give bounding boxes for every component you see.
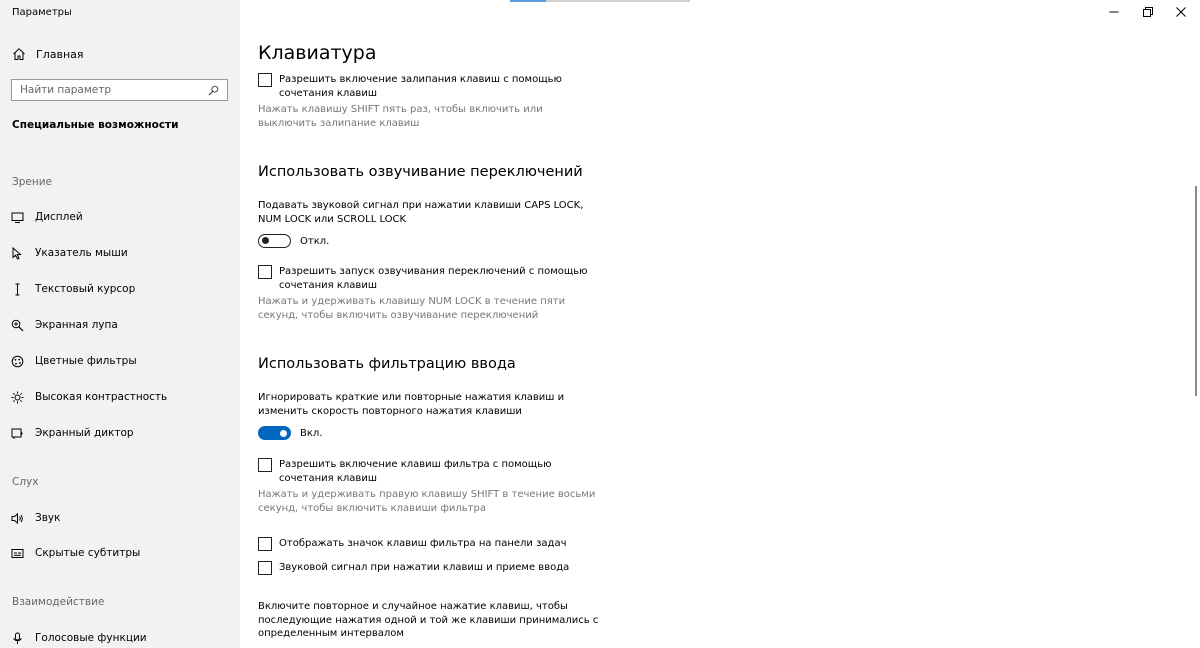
sidebar-item-label: Высокая контрастность: [35, 391, 168, 403]
filter-keys-beep-checkbox[interactable]: [258, 561, 272, 575]
toggle-keys-switch[interactable]: [258, 234, 291, 248]
scrollbar-thumb[interactable]: [1195, 186, 1197, 396]
checkbox-label: Разрешить включение клавиш фильтра с пом…: [279, 459, 552, 484]
app-title: Параметры: [12, 7, 72, 18]
toggle-state-label: Откл.: [300, 235, 330, 247]
color-filter-icon: [11, 355, 24, 367]
toggle-keys-heading: Использовать озвучивание переключений: [258, 164, 583, 180]
top-progress-indicator: [510, 0, 546, 2]
close-button[interactable]: [1162, 0, 1200, 24]
narrator-icon: [11, 428, 23, 439]
sticky-keys-shortcut-checkbox[interactable]: [258, 73, 272, 87]
checkbox-label: Разрешить запуск озвучивания переключени…: [279, 266, 588, 291]
sidebar-item-mouse-pointer[interactable]: Указатель мыши: [11, 245, 128, 261]
sticky-keys-hint: Нажать клавишу SHIFT пять раз, чтобы вкл…: [258, 104, 543, 129]
sidebar-item-color-filters[interactable]: Цветные фильтры: [11, 353, 137, 369]
home-icon: [13, 48, 25, 60]
sidebar-item-sound[interactable]: Звук: [11, 510, 60, 526]
monitor-icon: [11, 212, 24, 223]
minimize-button[interactable]: [1095, 0, 1133, 24]
filter-keys-description: Игнорировать краткие или повторные нажат…: [258, 392, 565, 417]
filter-keys-hint: Нажать и удерживать правую клавишу SHIFT…: [258, 489, 596, 514]
restore-icon: [1143, 7, 1153, 17]
sidebar-item-label: Текстовый курсор: [35, 283, 136, 295]
microphone-icon: [13, 632, 22, 644]
repeat-keys-description: Включите повторное и случайное нажатие к…: [258, 601, 599, 639]
sidebar-item-captions[interactable]: Скрытые субтитры: [11, 545, 140, 561]
filter-keys-switch[interactable]: [258, 426, 291, 440]
toggle-keys-shortcut-checkbox-row[interactable]: Разрешить запуск озвучивания переключени…: [258, 265, 608, 292]
sidebar-item-text-cursor[interactable]: Текстовый курсор: [11, 281, 135, 297]
filter-keys-beep-checkbox-row[interactable]: Звуковой сигнал при нажатии клавиш и при…: [258, 561, 608, 575]
filter-keys-shortcut-checkbox-row[interactable]: Разрешить включение клавиш фильтра с пом…: [258, 458, 608, 485]
search-box[interactable]: [11, 79, 228, 101]
current-section-title: Специальные возможности: [12, 119, 179, 131]
magnifier-icon: [11, 319, 24, 331]
nav-home[interactable]: Главная: [12, 47, 84, 61]
sidebar-item-label: Скрытые субтитры: [35, 547, 141, 559]
group-label-interaction: Взаимодействие: [12, 596, 105, 608]
sidebar-item-label: Цветные фильтры: [35, 355, 137, 367]
filter-keys-heading: Использовать фильтрацию ввода: [258, 356, 516, 372]
sidebar-item-narrator[interactable]: Экранный диктор: [11, 425, 134, 441]
toggle-keys-toggle-row[interactable]: Откл.: [258, 234, 329, 248]
toggle-knob: [262, 237, 269, 244]
toggle-keys-description: Подавать звуковой сигнал при нажатии кла…: [258, 200, 584, 225]
filter-keys-toggle-row[interactable]: Вкл.: [258, 426, 322, 440]
sidebar-item-label: Дисплей: [35, 211, 83, 223]
sidebar-item-display[interactable]: Дисплей: [11, 209, 83, 225]
toggle-knob: [280, 429, 287, 437]
mouse-pointer-icon: [12, 246, 22, 260]
group-label-vision: Зрение: [12, 176, 53, 188]
sidebar-item-magnifier[interactable]: Экранная лупа: [11, 317, 118, 333]
checkbox-label: Разрешить включение залипания клавиш с п…: [279, 74, 562, 99]
toggle-keys-hint: Нажать и удерживать клавишу NUM LOCK в т…: [258, 296, 566, 321]
captions-icon: [11, 548, 24, 558]
contrast-icon: [11, 391, 24, 403]
toggle-keys-shortcut-checkbox[interactable]: [258, 265, 272, 279]
checkbox-label: Отображать значок клавиш фильтра на пане…: [279, 538, 567, 549]
speaker-icon: [11, 512, 23, 524]
group-label-hearing: Слух: [12, 476, 39, 488]
sidebar-item-label: Звук: [35, 512, 61, 524]
page-title: Клавиатура: [258, 42, 377, 64]
toggle-state-label: Вкл.: [300, 427, 323, 439]
sidebar: Параметры Главная Специальные возможност…: [0, 0, 240, 648]
nav-home-label: Главная: [36, 47, 84, 61]
sidebar-item-label: Голосовые функции: [35, 632, 147, 644]
sidebar-item-label: Указатель мыши: [35, 247, 128, 259]
close-icon: [1176, 7, 1186, 17]
search-icon[interactable]: [208, 85, 219, 96]
sticky-keys-shortcut-checkbox-row[interactable]: Разрешить включение залипания клавиш с п…: [258, 73, 608, 100]
checkbox-label: Звуковой сигнал при нажатии клавиш и при…: [279, 562, 570, 573]
sidebar-item-label: Экранный диктор: [35, 427, 134, 439]
filter-keys-shortcut-checkbox[interactable]: [258, 458, 272, 472]
filter-keys-taskbar-icon-checkbox[interactable]: [258, 537, 272, 551]
text-cursor-icon: [15, 283, 20, 295]
sidebar-item-high-contrast[interactable]: Высокая контрастность: [11, 389, 167, 405]
sidebar-item-label: Экранная лупа: [35, 319, 118, 331]
filter-keys-taskbar-icon-checkbox-row[interactable]: Отображать значок клавиш фильтра на пане…: [258, 537, 608, 551]
minimize-icon: [1109, 11, 1119, 13]
sidebar-item-speech[interactable]: Голосовые функции: [11, 630, 147, 646]
search-input[interactable]: [20, 84, 208, 96]
top-progress-track: [546, 0, 690, 2]
